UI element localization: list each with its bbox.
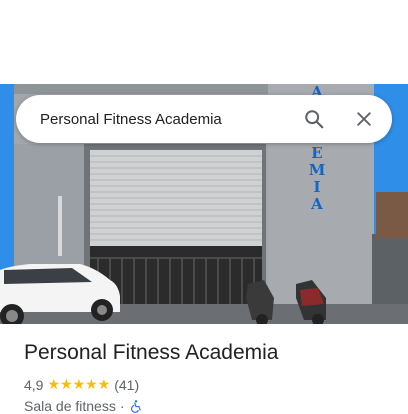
star-rating-icon: ★★★★★ (47, 376, 111, 392)
search-icon (305, 110, 324, 129)
sign-letter: E (311, 144, 323, 162)
roller-shutter (90, 150, 262, 246)
close-icon (357, 112, 371, 126)
place-title: Personal Fitness Academia (24, 341, 279, 364)
search-bar[interactable]: Personal Fitness Academia (16, 95, 392, 143)
wheelchair-accessible-icon (130, 400, 141, 413)
separator: · (119, 398, 125, 414)
rating-value: 4,9 (24, 376, 44, 393)
clear-search-button[interactable] (344, 99, 384, 139)
rating-row[interactable]: 4,9 ★★★★★ (41) (24, 376, 139, 393)
sign-letter: I (313, 178, 321, 196)
sign-letter: M (308, 161, 326, 179)
review-count[interactable]: (41) (114, 377, 139, 393)
sign-letter: A (311, 195, 323, 213)
category-row: Sala de fitness · (24, 398, 143, 414)
search-input[interactable]: Personal Fitness Academia (40, 111, 294, 128)
search-button[interactable] (294, 99, 334, 139)
category-label: Sala de fitness (24, 398, 116, 414)
